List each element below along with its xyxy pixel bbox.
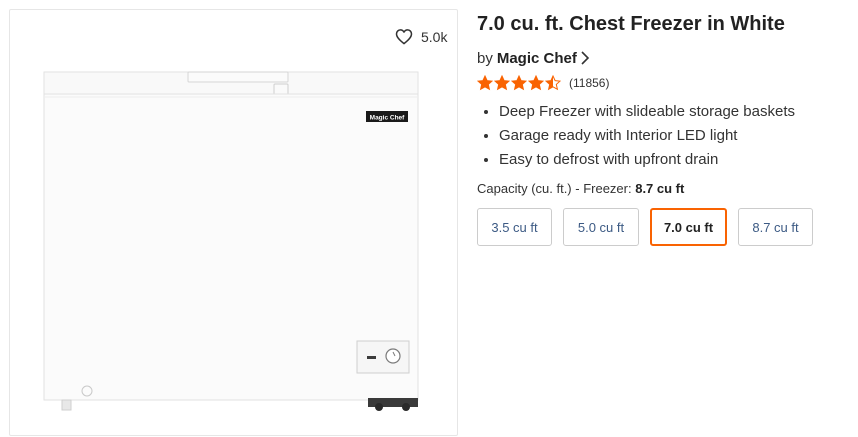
brand-name: Magic Chef <box>496 49 577 67</box>
star-icon <box>511 75 527 91</box>
capacity-option-8-7[interactable]: 8.7 cu ft <box>738 208 813 246</box>
product-media-card: 5.0k Magic Chef <box>9 9 458 436</box>
product-title: 7.0 cu. ft. Chest Freezer in White <box>477 13 785 35</box>
star-icon <box>545 75 561 91</box>
capacity-label: Capacity (cu. ft.) - Freezer: 8.7 cu ft <box>477 181 852 199</box>
brand-logo: Magic Chef <box>370 115 406 122</box>
brand-link[interactable]: Magic Chef <box>497 50 590 67</box>
rating-row[interactable]: (11856) <box>477 74 852 92</box>
star-icon <box>528 75 544 91</box>
product-details: 7.0 cu. ft. Chest Freezer in White by Ma… <box>477 10 852 246</box>
capacity-option-7-0[interactable]: 7.0 cu ft <box>650 208 727 246</box>
feature-item: Deep Freezer with slideable storage bask… <box>499 100 852 124</box>
favorite-count: 5.0k <box>421 28 448 45</box>
heart-outline-icon <box>395 29 413 45</box>
rating-stars <box>477 75 561 91</box>
capacity-label-text: Capacity (cu. ft.) - Freezer: <box>477 181 632 196</box>
feature-item: Garage ready with Interior LED light <box>499 124 852 148</box>
capacity-option-3-5[interactable]: 3.5 cu ft <box>477 208 552 246</box>
star-icon <box>494 75 510 91</box>
brand-prefix: by <box>477 49 493 67</box>
feature-list: Deep Freezer with slideable storage bask… <box>477 100 852 172</box>
review-count: (11856) <box>569 76 610 90</box>
capacity-options: 3.5 cu ft 5.0 cu ft 7.0 cu ft 8.7 cu ft <box>477 208 852 246</box>
feature-item: Easy to defrost with upfront drain <box>499 148 852 172</box>
favorite-button[interactable]: 5.0k <box>395 28 447 45</box>
star-icon <box>477 75 493 91</box>
capacity-selected-value: 8.7 cu ft <box>635 181 685 196</box>
product-image[interactable]: Magic Chef <box>43 70 421 416</box>
chevron-right-icon <box>581 51 589 65</box>
brand-row: by Magic Chef <box>477 48 852 68</box>
capacity-option-5-0[interactable]: 5.0 cu ft <box>563 208 639 246</box>
